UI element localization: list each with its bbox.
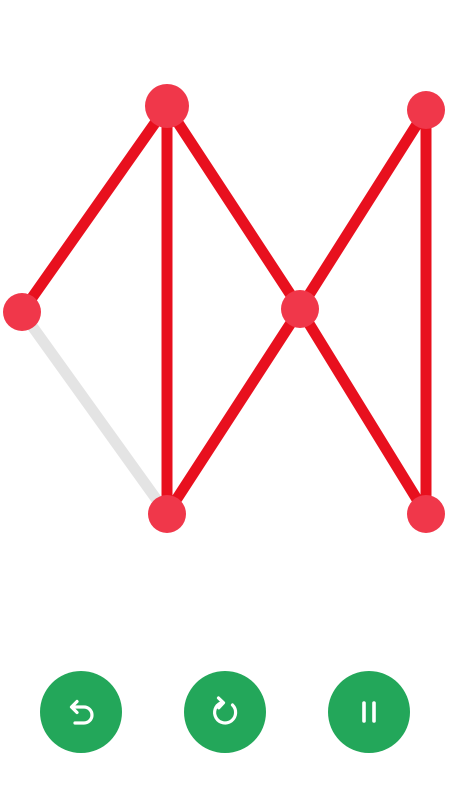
node-bottom-left[interactable] <box>148 495 186 533</box>
node-left[interactable] <box>3 293 41 331</box>
node-center[interactable] <box>281 290 319 328</box>
edges-layer <box>16 100 432 520</box>
drawn-edge-top-left-to-center <box>161 100 306 315</box>
undo-icon <box>69 699 94 725</box>
undrawn-edge-left-to-bottom-left <box>16 306 173 520</box>
nodes-layer <box>3 84 445 533</box>
pause-button[interactable] <box>328 671 410 753</box>
drawn-edge-center-to-bottom-left <box>161 303 306 520</box>
undo-button[interactable] <box>40 671 122 753</box>
drawn-edge-center-to-bottom-right <box>294 303 432 520</box>
pause-icon <box>362 701 376 723</box>
node-top-left-active[interactable] <box>145 84 189 128</box>
restart-icon <box>213 696 238 725</box>
restart-button[interactable] <box>184 671 266 753</box>
drawn-edge-center-to-top-right <box>294 104 432 315</box>
control-bar <box>0 671 450 753</box>
drawn-edge-left-to-top-left <box>16 100 173 318</box>
node-top-right[interactable] <box>407 91 445 129</box>
node-bottom-right[interactable] <box>407 495 445 533</box>
